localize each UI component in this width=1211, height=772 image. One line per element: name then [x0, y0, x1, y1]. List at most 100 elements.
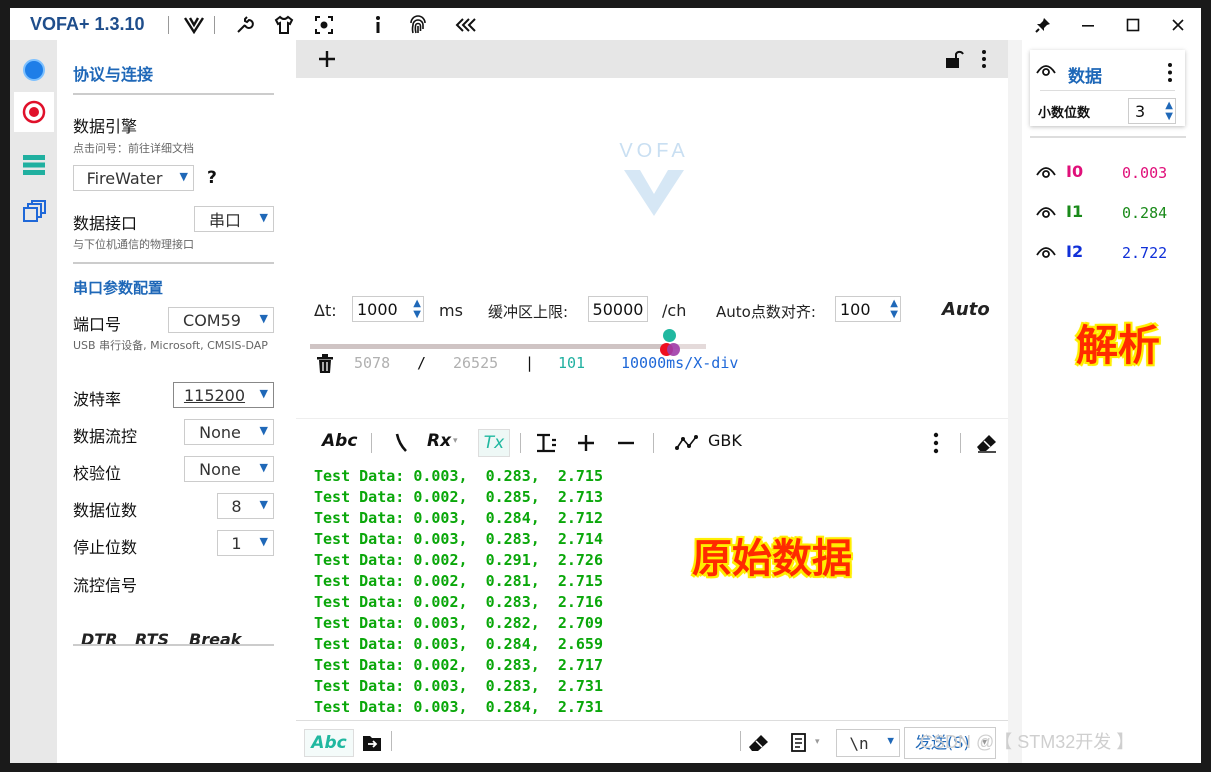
divider: [73, 262, 274, 264]
spin-arrows-icon[interactable]: ▲ ▼: [890, 298, 898, 320]
rx-toggle[interactable]: Rx: [427, 431, 451, 451]
maximize-button[interactable]: [1118, 12, 1148, 38]
chevron-down-icon[interactable]: ▾: [815, 737, 820, 747]
toolbar-divider: [391, 731, 392, 751]
zoom-in-icon[interactable]: [576, 433, 596, 457]
parity-select[interactable]: None ▼: [184, 456, 274, 482]
stat-total: 26525: [453, 354, 499, 372]
widget-toolbar: [296, 40, 1008, 78]
more-icon[interactable]: [980, 49, 988, 73]
dt-spinbox[interactable]: 1000 ▲ ▼: [352, 296, 424, 322]
unlock-icon[interactable]: [944, 49, 964, 73]
chevron-down-icon[interactable]: ▾: [453, 436, 458, 446]
engine-help-button[interactable]: ?: [207, 168, 217, 188]
time-slider[interactable]: [310, 329, 706, 356]
close-button[interactable]: [1163, 12, 1193, 38]
channel-row[interactable]: I2 2.722: [1036, 242, 1186, 266]
toolbar-divider: [371, 433, 372, 453]
tx-toggle[interactable]: Tx: [478, 429, 510, 457]
shirt-icon[interactable]: [272, 13, 296, 37]
vofa-watermark: VOFA: [614, 136, 694, 226]
info-icon[interactable]: [366, 13, 390, 37]
dt-value: 1000: [357, 299, 398, 319]
more-icon[interactable]: [1166, 62, 1174, 88]
flowctl-value: None: [199, 422, 241, 442]
connection-status-icon[interactable]: [19, 55, 49, 85]
toolbar-divider: [740, 731, 741, 751]
send-file-icon[interactable]: [362, 733, 382, 757]
csdn-watermark: CSDN @【 STM32开发 】: [920, 732, 1135, 752]
toolbar-divider: [960, 433, 961, 453]
add-widget-button[interactable]: [316, 48, 338, 74]
encoding-select[interactable]: GBK: [708, 431, 742, 450]
interface-hint: 与下位机通信的物理接口: [73, 238, 194, 251]
receive-log: Test Data: 0.003, 0.283, 2.715 Test Data:…: [314, 466, 603, 718]
buffer-label: 缓冲区上限:: [488, 303, 569, 321]
decimals-spinbox[interactable]: 3 ▲ ▼: [1128, 98, 1176, 124]
chevron-down-icon: ▼: [887, 734, 894, 747]
slider-fill: [310, 344, 665, 349]
break-button[interactable]: Break: [189, 630, 241, 649]
baud-select[interactable]: 115200 ▼: [173, 382, 274, 408]
engine-select[interactable]: FireWater ▼: [73, 165, 194, 191]
stat-xdiv: 10000ms/X-div: [621, 354, 739, 372]
eraser-icon[interactable]: [976, 433, 998, 457]
log-line: Test Data: 0.002, 0.281, 2.715: [314, 572, 603, 590]
title-divider: [214, 16, 215, 34]
abc-format-button[interactable]: Abc: [322, 431, 357, 451]
spin-arrows-icon[interactable]: ▲ ▼: [413, 298, 421, 320]
capture-icon[interactable]: [312, 13, 336, 37]
minimize-button[interactable]: [1073, 12, 1103, 38]
app-window: VOFA+ 1.3.10 协议与连接 数据引擎 点击问号：前往详细文档 Fire…: [10, 8, 1201, 763]
pin-icon[interactable]: [1028, 12, 1058, 38]
annotation-raw-data: 原始数据: [692, 536, 852, 582]
align-spinbox[interactable]: 100 ▲ ▼: [835, 296, 901, 322]
eraser-icon[interactable]: [748, 733, 770, 757]
databits-label: 数据位数: [73, 501, 138, 520]
wrench-icon[interactable]: [232, 13, 256, 37]
buffer-input[interactable]: 50000: [588, 296, 648, 322]
list-icon[interactable]: [19, 150, 49, 180]
newline-select[interactable]: \n ▼: [836, 729, 900, 757]
auto-button[interactable]: Auto: [942, 299, 990, 320]
port-label: 端口号: [73, 315, 122, 334]
record-icon[interactable]: [14, 92, 54, 132]
vofa-logo-icon[interactable]: [182, 13, 206, 37]
channel-row[interactable]: I1 0.284: [1036, 202, 1186, 226]
text-format-icon[interactable]: [535, 432, 557, 458]
dt-unit: ms: [439, 301, 463, 320]
parity-value: None: [199, 459, 241, 479]
eye-icon[interactable]: [1036, 244, 1056, 263]
title-bar: VOFA+ 1.3.10: [10, 8, 1201, 40]
send-abc-format[interactable]: Abc: [304, 729, 354, 757]
more-icon[interactable]: [932, 432, 940, 458]
history-icon[interactable]: [789, 732, 809, 758]
waveform-icon[interactable]: [675, 434, 699, 456]
dt-label: Δt:: [314, 301, 337, 320]
channel-knob-teal[interactable]: [663, 329, 677, 342]
rts-button[interactable]: RTS: [135, 630, 169, 649]
eye-icon[interactable]: [1036, 62, 1056, 81]
eye-icon[interactable]: [1036, 204, 1056, 223]
fingerprint-icon[interactable]: [406, 13, 430, 37]
zoom-out-icon[interactable]: [616, 433, 636, 457]
interface-label: 数据接口: [73, 214, 138, 233]
spin-arrows-icon[interactable]: ▲ ▼: [1165, 100, 1173, 122]
config-panel: 协议与连接 数据引擎 点击问号：前往详细文档 FireWater ▼ ? 数据接口…: [57, 40, 296, 763]
databits-select[interactable]: 8 ▼: [217, 493, 274, 519]
flowctl-select[interactable]: None ▼: [184, 419, 274, 445]
stopbits-select[interactable]: 1 ▼: [217, 530, 274, 556]
channel-row[interactable]: I0 0.003: [1036, 162, 1186, 186]
interface-select[interactable]: 串口 ▼: [194, 206, 274, 232]
trash-icon[interactable]: [316, 354, 334, 378]
timestamp-icon[interactable]: [394, 432, 408, 458]
eye-icon[interactable]: [1036, 164, 1056, 183]
dtr-button[interactable]: DTR: [81, 630, 118, 649]
app-title: VOFA+ 1.3.10: [30, 14, 145, 34]
databits-value: 8: [231, 496, 242, 516]
port-select[interactable]: COM59 ▼: [168, 307, 274, 333]
windows-icon[interactable]: [19, 197, 49, 227]
baud-label: 波特率: [73, 390, 122, 409]
newline-value: \n: [849, 733, 869, 753]
collapse-icon[interactable]: [454, 13, 478, 37]
